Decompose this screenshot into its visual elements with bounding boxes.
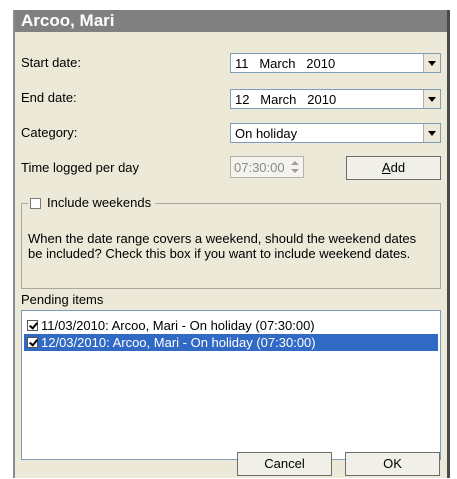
- add-button-rest: dd: [390, 160, 406, 175]
- chevron-down-icon[interactable]: [423, 90, 440, 108]
- time-logged-spinner[interactable]: 07:30:00: [230, 156, 304, 178]
- cancel-button[interactable]: Cancel: [237, 452, 332, 476]
- list-item-text: 12/03/2010: Arcoo, Mari - On holiday (07…: [41, 335, 316, 350]
- ok-button[interactable]: OK: [345, 452, 440, 476]
- category-value: On holiday: [235, 126, 298, 141]
- time-off-dialog: Arcoo, Mari Start date: 11 March 2010 En…: [13, 10, 450, 478]
- chevron-down-icon[interactable]: [423, 124, 440, 142]
- time-logged-label: Time logged per day: [21, 160, 140, 175]
- add-button-accel: A: [381, 160, 391, 175]
- include-weekends-checkbox[interactable]: Include weekends: [28, 195, 156, 210]
- list-item[interactable]: 12/03/2010: Arcoo, Mari - On holiday (07…: [24, 334, 438, 351]
- spin-down-icon[interactable]: [288, 167, 302, 176]
- end-date-value: 12 March 2010: [235, 92, 337, 107]
- start-date-value: 11 March 2010: [235, 56, 336, 71]
- chevron-down-icon[interactable]: [423, 54, 440, 72]
- include-weekends-description: When the date range covers a weekend, sh…: [28, 231, 417, 261]
- pending-items-list[interactable]: 11/03/2010: Arcoo, Mari - On holiday (07…: [21, 310, 441, 460]
- add-button[interactable]: Add: [346, 156, 441, 180]
- dialog-title: Arcoo, Mari: [15, 10, 447, 32]
- category-label: Category:: [21, 125, 78, 140]
- list-item[interactable]: 11/03/2010: Arcoo, Mari - On holiday (07…: [24, 317, 438, 334]
- start-date-picker[interactable]: 11 March 2010: [230, 53, 441, 73]
- include-weekends-label: Include weekends: [47, 195, 152, 210]
- include-weekends-group: Include weekends When the date range cov…: [21, 195, 441, 289]
- checkbox-checked-icon[interactable]: [27, 320, 38, 331]
- start-date-label: Start date:: [21, 55, 81, 70]
- end-date-picker[interactable]: 12 March 2010: [230, 89, 441, 109]
- time-logged-value: 07:30:00: [234, 160, 285, 175]
- checkbox-checked-icon[interactable]: [27, 337, 38, 348]
- spin-up-icon[interactable]: [288, 158, 302, 167]
- pending-items-label: Pending items: [21, 292, 104, 307]
- end-date-label: End date:: [21, 90, 77, 105]
- checkbox-icon[interactable]: [30, 198, 41, 210]
- list-item-text: 11/03/2010: Arcoo, Mari - On holiday (07…: [41, 318, 315, 333]
- category-select[interactable]: On holiday: [230, 123, 441, 143]
